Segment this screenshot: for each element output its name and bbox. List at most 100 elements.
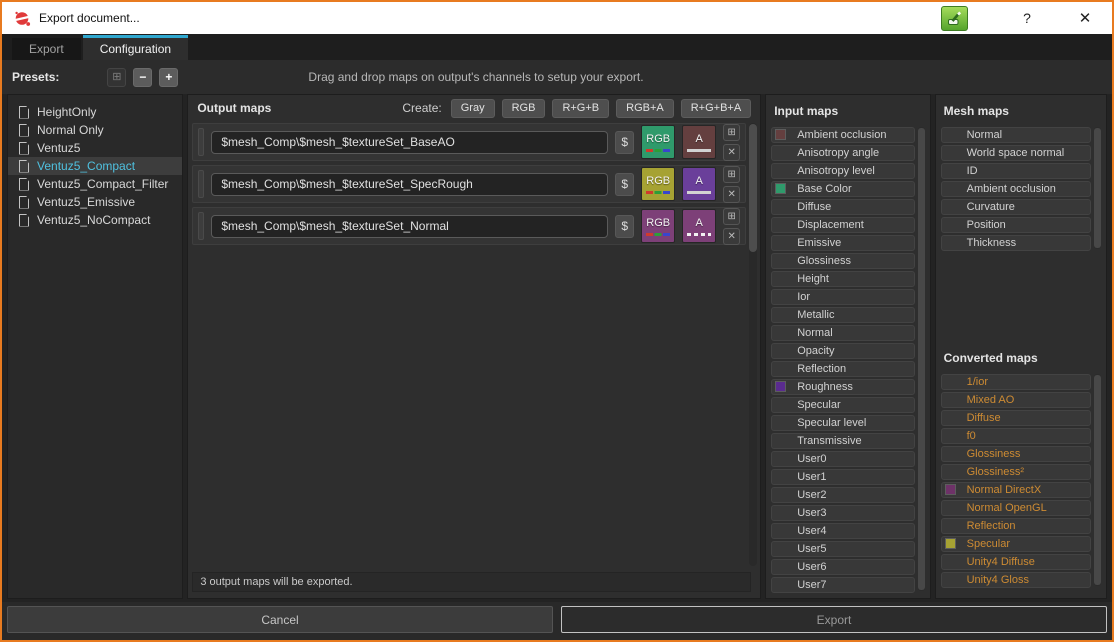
input-map-item[interactable]: Base Color xyxy=(771,181,914,197)
converted-map-item[interactable]: Glossiness xyxy=(941,446,1091,462)
painter-app-button[interactable] xyxy=(941,6,968,31)
input-map-item[interactable]: Reflection xyxy=(771,361,914,377)
preset-list-item[interactable]: HeightOnly xyxy=(8,103,182,121)
input-map-item[interactable]: User7 xyxy=(771,577,914,593)
delete-map-button[interactable]: ✕ xyxy=(723,186,740,203)
mesh-maps-scrollbar-thumb[interactable] xyxy=(1094,128,1101,248)
converted-map-item[interactable]: Specular xyxy=(941,536,1091,552)
output-path-input[interactable] xyxy=(211,131,608,154)
alpha-channel-swatch[interactable]: A xyxy=(682,167,716,201)
drag-handle[interactable] xyxy=(198,170,204,198)
mesh-map-item[interactable]: Thickness xyxy=(941,235,1091,251)
preset-list-item[interactable]: Ventuz5_Compact_Filter xyxy=(8,175,182,193)
mesh-map-item[interactable]: World space normal xyxy=(941,145,1091,161)
input-map-item[interactable]: Anisotropy level xyxy=(771,163,914,179)
converted-map-item[interactable]: Glossiness² xyxy=(941,464,1091,480)
input-map-item[interactable]: Specular xyxy=(771,397,914,413)
remove-preset-button[interactable]: − xyxy=(133,68,152,87)
create-channel-button[interactable]: R+G+B+A xyxy=(681,99,751,118)
input-map-item[interactable]: User0 xyxy=(771,451,914,467)
preset-list-item[interactable]: Normal Only xyxy=(8,121,182,139)
mesh-maps-panel: Mesh maps Normal World space normal xyxy=(935,94,1107,599)
drag-handle[interactable] xyxy=(198,212,204,240)
tab-configuration[interactable]: Configuration xyxy=(83,35,188,60)
input-maps-scrollbar-thumb[interactable] xyxy=(918,128,925,590)
input-map-item[interactable]: Specular level xyxy=(771,415,914,431)
duplicate-map-button[interactable]: ⊞ xyxy=(723,166,740,183)
input-map-item[interactable]: Roughness xyxy=(771,379,914,395)
input-map-item[interactable]: User5 xyxy=(771,541,914,557)
variables-button[interactable]: $ xyxy=(615,215,634,238)
converted-map-item[interactable]: Normal OpenGL xyxy=(941,500,1091,516)
output-path-input[interactable] xyxy=(211,215,608,238)
row-actions: ⊞ ✕ xyxy=(723,166,740,203)
converted-map-item[interactable]: Mixed AO xyxy=(941,392,1091,408)
delete-map-button[interactable]: ✕ xyxy=(723,228,740,245)
mesh-map-item[interactable]: Curvature xyxy=(941,199,1091,215)
export-button[interactable]: Export xyxy=(561,606,1107,633)
variables-button[interactable]: $ xyxy=(615,173,634,196)
mesh-maps-scrollbar[interactable] xyxy=(1094,127,1101,249)
alpha-channel-swatch[interactable]: A xyxy=(682,209,716,243)
converted-map-item[interactable]: 1/ior xyxy=(941,374,1091,390)
preset-list-item[interactable]: Ventuz5_Emissive xyxy=(8,193,182,211)
create-channel-button[interactable]: Gray xyxy=(451,99,495,118)
duplicate-preset-button[interactable]: ⊞ xyxy=(107,68,126,87)
input-map-item[interactable]: Metallic xyxy=(771,307,914,323)
input-map-item[interactable]: Anisotropy angle xyxy=(771,145,914,161)
input-map-item[interactable]: Opacity xyxy=(771,343,914,359)
duplicate-map-button[interactable]: ⊞ xyxy=(723,124,740,141)
input-map-item[interactable]: Emissive xyxy=(771,235,914,251)
output-path-input[interactable] xyxy=(211,173,608,196)
input-map-item[interactable]: User4 xyxy=(771,523,914,539)
input-map-item[interactable]: User3 xyxy=(771,505,914,521)
mesh-map-item[interactable]: Ambient occlusion xyxy=(941,181,1091,197)
converted-map-item[interactable]: Unity4 Gloss xyxy=(941,572,1091,588)
create-channel-button[interactable]: RGB xyxy=(502,99,546,118)
input-map-item[interactable]: Height xyxy=(771,271,914,287)
help-button[interactable]: ? xyxy=(1012,10,1042,26)
converted-map-item[interactable]: Diffuse xyxy=(941,410,1091,426)
converted-map-item[interactable]: Unity4 Diffuse xyxy=(941,554,1091,570)
converted-map-item[interactable]: Normal DirectX xyxy=(941,482,1091,498)
create-channel-button[interactable]: R+G+B xyxy=(552,99,609,118)
rgb-channel-swatch[interactable]: RGB xyxy=(641,209,675,243)
preset-list-item[interactable]: Ventuz5_Compact xyxy=(8,157,182,175)
output-scrollbar[interactable] xyxy=(749,123,757,566)
rgb-channel-swatch[interactable]: RGB xyxy=(641,167,675,201)
preset-list-item[interactable]: Ventuz5_NoCompact xyxy=(8,211,182,229)
variables-button[interactable]: $ xyxy=(615,131,634,154)
mesh-map-label: World space normal xyxy=(967,147,1065,159)
add-preset-button[interactable]: + xyxy=(159,68,178,87)
mesh-map-label: Curvature xyxy=(967,201,1015,213)
converted-map-item[interactable]: f0 xyxy=(941,428,1091,444)
mesh-map-item[interactable]: Position xyxy=(941,217,1091,233)
input-maps-scrollbar[interactable] xyxy=(918,127,925,591)
input-map-item[interactable]: Ambient occlusion xyxy=(771,127,914,143)
input-map-item[interactable]: User6 xyxy=(771,559,914,575)
input-map-item[interactable]: Ior xyxy=(771,289,914,305)
converted-maps-scrollbar[interactable] xyxy=(1094,374,1101,586)
input-map-item[interactable]: User2 xyxy=(771,487,914,503)
input-map-item[interactable]: Normal xyxy=(771,325,914,341)
create-channel-button[interactable]: RGB+A xyxy=(616,99,674,118)
mesh-map-item[interactable]: Normal xyxy=(941,127,1091,143)
mesh-map-item[interactable]: ID xyxy=(941,163,1091,179)
input-map-item[interactable]: Transmissive xyxy=(771,433,914,449)
cancel-button[interactable]: Cancel xyxy=(7,606,553,633)
alpha-channel-swatch[interactable]: A xyxy=(682,125,716,159)
converted-maps-scrollbar-thumb[interactable] xyxy=(1094,375,1101,585)
duplicate-map-button[interactable]: ⊞ xyxy=(723,208,740,225)
converted-map-item[interactable]: Reflection xyxy=(941,518,1091,534)
delete-map-button[interactable]: ✕ xyxy=(723,144,740,161)
rgb-channel-swatch[interactable]: RGB xyxy=(641,125,675,159)
close-button[interactable]: ✕ xyxy=(1070,9,1100,27)
input-map-item[interactable]: User1 xyxy=(771,469,914,485)
preset-list-item[interactable]: Ventuz5 xyxy=(8,139,182,157)
output-scrollbar-thumb[interactable] xyxy=(749,124,757,252)
input-map-item[interactable]: Diffuse xyxy=(771,199,914,215)
drag-handle[interactable] xyxy=(198,128,204,156)
tab-export[interactable]: Export xyxy=(12,38,81,60)
input-map-item[interactable]: Displacement xyxy=(771,217,914,233)
input-map-item[interactable]: Glossiness xyxy=(771,253,914,269)
